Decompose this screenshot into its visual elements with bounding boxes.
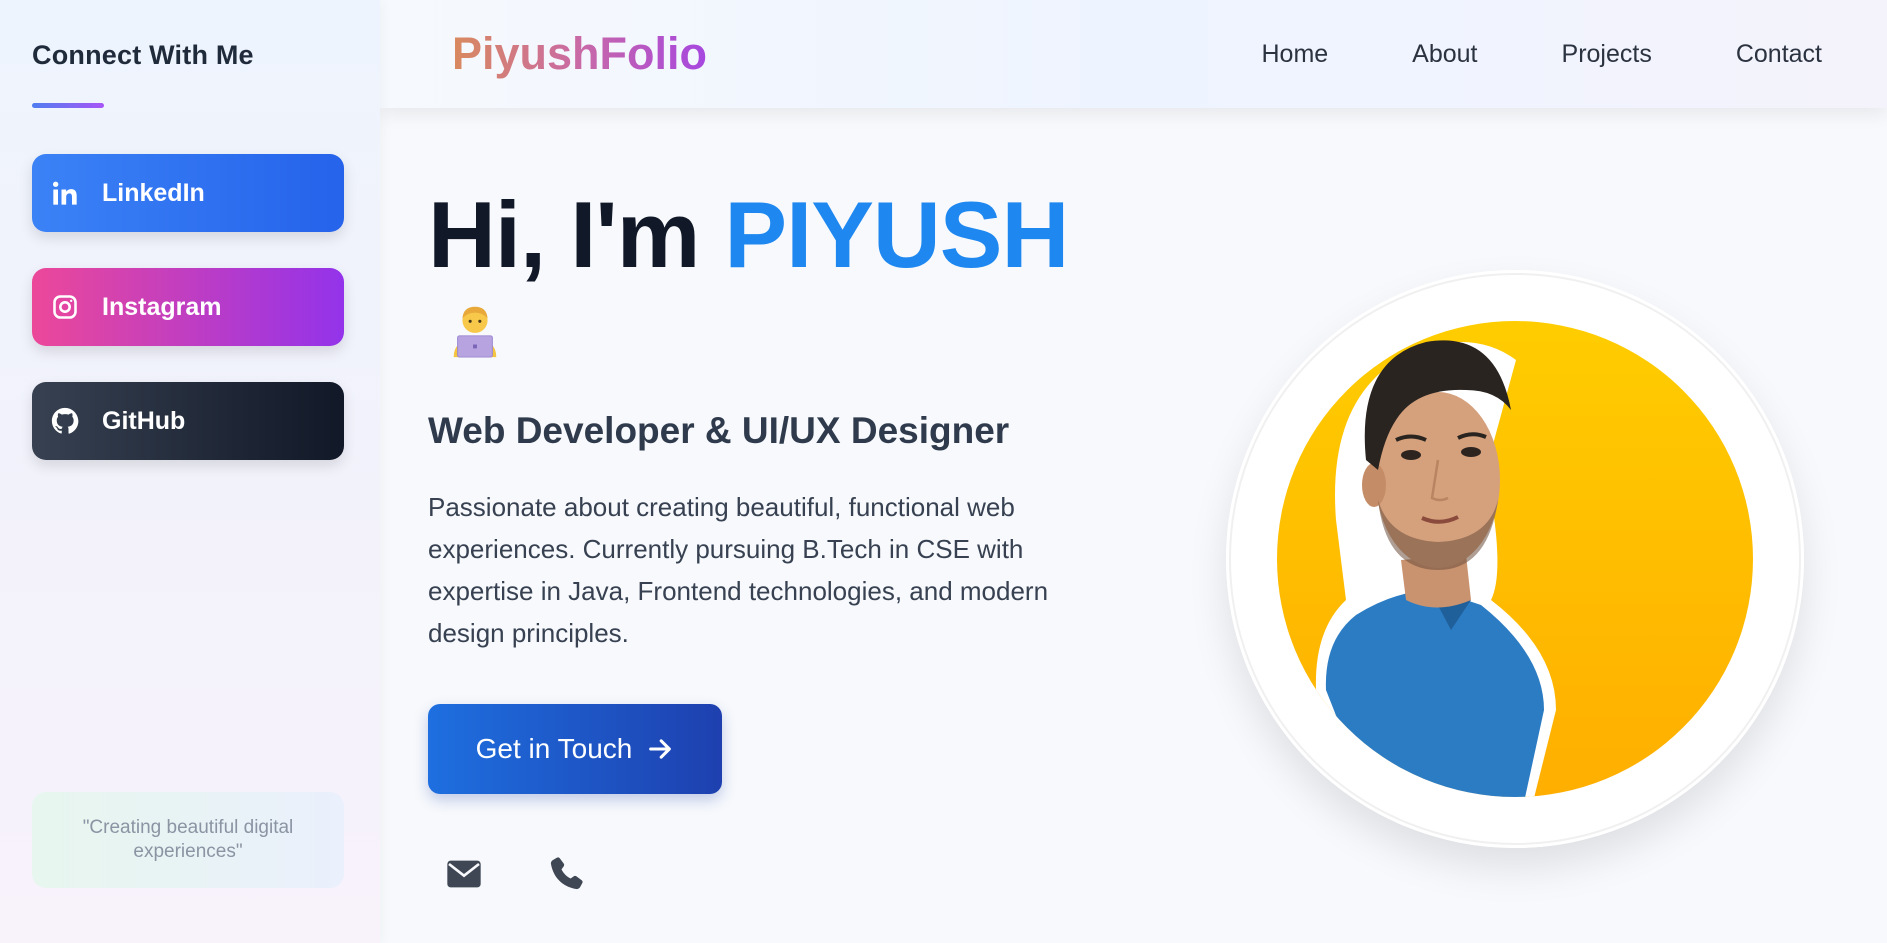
linkedin-icon xyxy=(50,178,80,208)
linkedin-label: LinkedIn xyxy=(102,178,205,207)
hero-section: Hi, I'm PIYUSH Web Developer & UI/UX Des… xyxy=(428,180,1128,894)
arrow-right-icon xyxy=(649,739,672,759)
hero-description: Passionate about creating beautiful, fun… xyxy=(428,492,1049,648)
site-logo[interactable]: PiyushFolio xyxy=(452,28,707,80)
nav-home[interactable]: Home xyxy=(1261,40,1328,69)
nav-about[interactable]: About xyxy=(1412,40,1477,69)
instagram-button[interactable]: Instagram xyxy=(32,268,344,346)
github-label: GitHub xyxy=(102,406,186,435)
social-sidebar: Connect With Me LinkedIn Instagram GitHu… xyxy=(0,0,380,943)
developer-emoji-icon xyxy=(453,306,497,358)
instagram-icon xyxy=(50,292,80,322)
github-button[interactable]: GitHub xyxy=(32,382,344,460)
envelope-icon[interactable] xyxy=(444,854,484,894)
hero-name: PIYUSH xyxy=(724,182,1069,287)
top-navbar: PiyushFolio Home About Projects Contact xyxy=(380,0,1887,108)
profile-photo xyxy=(1226,270,1804,848)
hero-subtitle: Web Developer & UI/UX Designer xyxy=(428,410,1010,451)
cta-label: Get in Touch xyxy=(475,733,633,764)
main-nav: Home About Projects Contact xyxy=(1261,40,1822,69)
github-icon xyxy=(50,406,80,436)
contact-icons xyxy=(428,854,1128,894)
sidebar-title-underline xyxy=(32,103,104,108)
developer-emoji xyxy=(428,290,1128,370)
tagline-quote: "Creating beautiful digital experiences" xyxy=(32,792,344,888)
nav-contact[interactable]: Contact xyxy=(1736,40,1822,69)
instagram-label: Instagram xyxy=(102,292,222,321)
hero-heading: Hi, I'm PIYUSH xyxy=(428,180,1128,290)
get-in-touch-button[interactable]: Get in Touch xyxy=(428,704,722,794)
profile-photo-image xyxy=(1226,270,1804,848)
sidebar-title: Connect With Me xyxy=(32,40,254,70)
greeting-prefix: Hi, I'm xyxy=(428,182,725,287)
nav-projects[interactable]: Projects xyxy=(1562,40,1652,69)
phone-icon[interactable] xyxy=(546,854,586,894)
linkedin-button[interactable]: LinkedIn xyxy=(32,154,344,232)
